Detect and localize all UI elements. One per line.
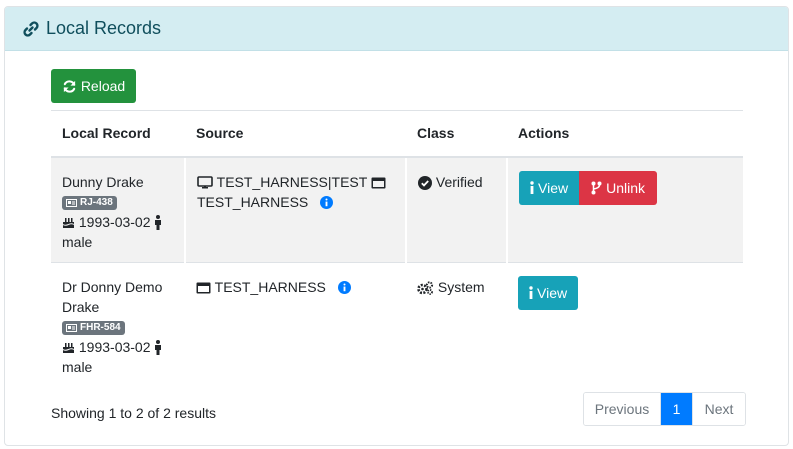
page-title: Local Records (46, 18, 162, 38)
id-card-icon (66, 198, 77, 207)
date-of-birth: 1993-03-02 (78, 213, 151, 230)
local-records-card: Local Records Reload Local Record Source… (4, 6, 789, 446)
record-id: FHR-584 (80, 321, 121, 333)
table-header-row: Local Record Source Class Actions (51, 110, 743, 158)
birthday-cake-icon (62, 343, 75, 354)
info-icon (529, 286, 533, 299)
next-page-button[interactable]: Next (692, 393, 745, 425)
source-system: TEST_HARNESS|TEST (216, 173, 368, 190)
column-header-local-record[interactable]: Local Record (51, 110, 185, 158)
source-cell: TEST_HARNESS|TEST TEST_HARNESS (185, 156, 407, 262)
page-1-button[interactable]: 1 (661, 393, 692, 425)
info-icon (530, 181, 534, 194)
reload-button[interactable]: Reload (51, 69, 136, 103)
male-icon (155, 215, 162, 231)
class-cell: Verified (406, 156, 508, 262)
sync-icon (63, 79, 76, 93)
pagination: Previous 1 Next (583, 392, 746, 426)
link-icon (23, 20, 39, 37)
column-header-actions: Actions (507, 110, 743, 158)
source-cell: TEST_HARNESS (185, 261, 406, 387)
previous-page-button[interactable]: Previous (584, 393, 661, 425)
window-icon (371, 177, 386, 189)
info-icon[interactable] (320, 196, 334, 210)
birthday-cake-icon (62, 218, 75, 229)
record-id-badge: RJ-438 (62, 195, 117, 210)
record-name: Dunny Drake (62, 173, 144, 190)
source-facility: TEST_HARNESS (214, 278, 326, 295)
results-summary: Showing 1 to 2 of 2 results (51, 405, 216, 421)
code-branch-icon (591, 181, 602, 194)
source-facility: TEST_HARNESS (197, 193, 309, 210)
table-row: Dr Donny Demo Drake FHR-584 1993-03-02 m… (51, 261, 743, 387)
check-circle-icon (418, 175, 432, 190)
gender: male (62, 233, 93, 250)
class-cell: System (406, 261, 507, 387)
view-button[interactable]: View (518, 275, 579, 310)
record-class: Verified (435, 173, 483, 190)
record-class: System (437, 278, 485, 295)
male-icon (155, 340, 162, 356)
table-row: Dunny Drake RJ-438 1993-03-02 male TEST_… (51, 156, 743, 262)
info-icon[interactable] (337, 281, 351, 295)
actions-button-group: View Unlink (519, 170, 657, 205)
record-id-badge: FHR-584 (62, 320, 125, 335)
reload-label: Reload (80, 78, 126, 94)
unlink-button[interactable]: Unlink (579, 170, 657, 205)
date-of-birth: 1993-03-02 (78, 338, 151, 355)
desktop-icon (197, 175, 213, 189)
record-name: Dr Donny Demo Drake (62, 278, 163, 315)
records-table: Local Record Source Class Actions Dunny … (51, 110, 743, 387)
id-card-icon (66, 323, 77, 332)
local-record-cell: Dunny Drake RJ-438 1993-03-02 male (51, 156, 186, 262)
column-header-source[interactable]: Source (185, 110, 406, 158)
view-button-label: View (537, 284, 568, 301)
view-button[interactable]: View (519, 170, 580, 205)
column-header-class[interactable]: Class (406, 110, 507, 158)
record-id: RJ-438 (80, 196, 113, 208)
gender: male (62, 358, 93, 375)
unlink-button-label: Unlink (606, 179, 645, 196)
actions-cell: View (507, 261, 743, 387)
actions-cell: View Unlink (507, 156, 743, 262)
cogs-icon (417, 281, 434, 295)
actions-button-group: View (518, 275, 579, 310)
card-header: Local Records (5, 7, 788, 51)
view-button-label: View (538, 179, 569, 196)
window-icon (196, 282, 211, 294)
local-record-cell: Dr Donny Demo Drake FHR-584 1993-03-02 m… (51, 261, 185, 387)
